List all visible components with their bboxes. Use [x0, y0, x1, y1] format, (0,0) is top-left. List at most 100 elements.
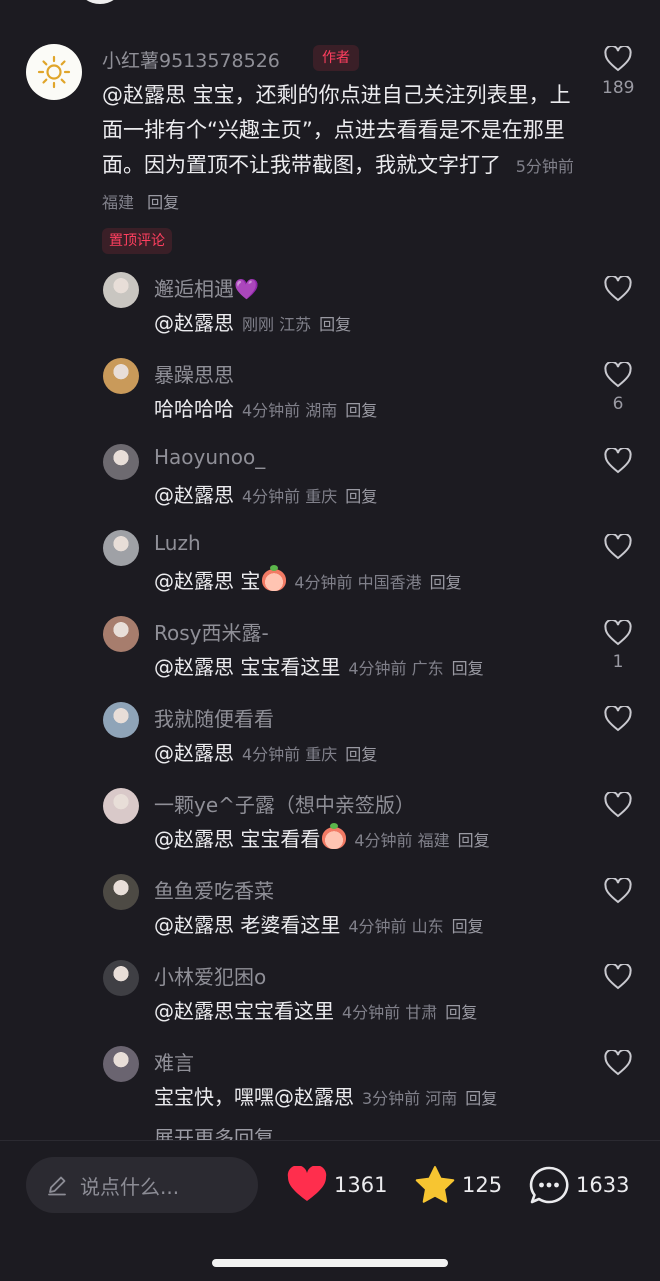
comment-button[interactable]: 1633: [528, 1163, 629, 1207]
like-column[interactable]: [602, 534, 634, 566]
reply-time: 刚刚: [242, 315, 275, 334]
reply-time: 4分钟前: [242, 487, 301, 506]
heart-outline-icon[interactable]: [604, 276, 632, 302]
like-column[interactable]: [602, 964, 634, 996]
reply-username[interactable]: 暴躁思思: [154, 359, 234, 388]
reply-username[interactable]: 鱼鱼爱吃香菜: [154, 875, 274, 904]
reply-location: 广东: [411, 659, 444, 678]
author-badge: 作者: [313, 45, 359, 71]
reply-username[interactable]: 难言: [154, 1047, 194, 1076]
comment-username[interactable]: 小红薯9513578526: [102, 46, 280, 73]
like-column[interactable]: [602, 448, 634, 480]
heart-outline-icon[interactable]: [604, 362, 632, 388]
reply-text: @赵露思 4分钟前 重庆 回复: [154, 737, 377, 766]
reply-username[interactable]: 小林爱犯困o: [154, 961, 266, 990]
heart-outline-icon[interactable]: [604, 534, 632, 560]
reply-text: @赵露思 宝 4分钟前 中国香港 回复: [154, 565, 462, 594]
reply-location: 重庆: [305, 487, 338, 506]
home-indicator[interactable]: [212, 1259, 448, 1267]
pinned-comment[interactable]: 小红薯9513578526 作者 @赵露思 宝宝，还剩的你点进自己关注列表里，上…: [0, 44, 660, 264]
favorite-button[interactable]: 125: [414, 1163, 502, 1207]
reply-time: 3分钟前: [362, 1089, 421, 1108]
reply-item[interactable]: 邂逅相遇💜 @赵露思 刚刚 江苏 回复: [0, 272, 660, 352]
heart-filled-icon: [287, 1166, 327, 1201]
avatar[interactable]: [103, 702, 139, 738]
like-total: 1361: [334, 1173, 388, 1197]
heart-outline-icon[interactable]: [604, 46, 632, 72]
comment-time: 5分钟前: [515, 157, 574, 176]
avatar[interactable]: [103, 530, 139, 566]
reply-button[interactable]: 回复: [345, 487, 377, 506]
comment-input-placeholder: 说点什么...: [80, 1174, 180, 1199]
reply-button[interactable]: 回复: [458, 831, 490, 850]
like-column[interactable]: 189: [602, 46, 634, 98]
reply-item[interactable]: 鱼鱼爱吃香菜 @赵露思 老婆看这里 4分钟前 山东 回复: [0, 874, 660, 954]
expand-more-replies[interactable]: 展开更多回复: [154, 1122, 274, 1140]
reply-username[interactable]: Haoyunoo_: [154, 445, 265, 469]
heart-outline-icon[interactable]: [604, 964, 632, 990]
avatar[interactable]: [103, 358, 139, 394]
reply-username[interactable]: 我就随便看看: [154, 703, 274, 732]
reply-text: 哈哈哈哈 4分钟前 湖南 回复: [154, 393, 377, 422]
comment-list[interactable]: 小红薯9513578526 作者 @赵露思 宝宝，还剩的你点进自己关注列表里，上…: [0, 0, 660, 1140]
avatar[interactable]: [103, 1046, 139, 1082]
avatar[interactable]: [103, 788, 139, 824]
reply-meta: 4分钟前 湖南 回复: [242, 401, 377, 420]
reply-button[interactable]: 回复: [430, 573, 462, 592]
reply-username[interactable]: Rosy西米露-: [154, 617, 269, 646]
reply-button[interactable]: 回复: [452, 917, 484, 936]
reply-body: @赵露思: [154, 741, 234, 765]
reply-body: 哈哈哈哈: [154, 397, 234, 421]
reply-item[interactable]: 小林爱犯困o @赵露思宝宝看这里 4分钟前 甘肃 回复: [0, 960, 660, 1040]
like-column[interactable]: 6: [602, 362, 634, 414]
avatar[interactable]: [103, 616, 139, 652]
reply-meta: 4分钟前 山东 回复: [348, 917, 483, 936]
heart-outline-icon[interactable]: [604, 1050, 632, 1076]
like-button[interactable]: 1361: [286, 1163, 387, 1207]
like-column[interactable]: [602, 706, 634, 738]
heart-outline-icon[interactable]: [604, 620, 632, 646]
like-count: 189: [602, 78, 635, 98]
like-column[interactable]: 1: [602, 620, 634, 672]
reply-username[interactable]: 一颗ye^子露（想中亲签版）: [154, 789, 415, 818]
reply-button[interactable]: 回复: [319, 315, 351, 334]
avatar[interactable]: [103, 874, 139, 910]
reply-meta: 4分钟前 重庆 回复: [242, 745, 377, 764]
reply-button[interactable]: 回复: [445, 1003, 477, 1022]
reply-button[interactable]: 回复: [345, 401, 377, 420]
reply-item[interactable]: 一颗ye^子露（想中亲签版） @赵露思 宝宝看看 4分钟前 福建 回复: [0, 788, 660, 868]
comment-location: 福建: [102, 193, 135, 212]
like-column[interactable]: [602, 276, 634, 308]
reply-button[interactable]: 回复: [452, 659, 484, 678]
avatar[interactable]: [103, 272, 139, 308]
reply-button[interactable]: 回复: [465, 1089, 497, 1108]
avatar[interactable]: [103, 444, 139, 480]
avatar[interactable]: [103, 960, 139, 996]
reply-item[interactable]: 难言 宝宝快，嘿嘿@赵露思 3分钟前 河南 回复: [0, 1046, 660, 1126]
reply-body: @赵露思 老婆看这里: [154, 913, 341, 937]
like-column[interactable]: [602, 878, 634, 910]
reply-body: @赵露思: [154, 311, 234, 335]
reply-item[interactable]: Rosy西米露- @赵露思 宝宝看这里 4分钟前 广东 回复 1: [0, 616, 660, 696]
reply-item[interactable]: Haoyunoo_ @赵露思 4分钟前 重庆 回复: [0, 444, 660, 524]
reply-location: 湖南: [305, 401, 338, 420]
like-column[interactable]: [602, 792, 634, 824]
reply-meta: 4分钟前 福建 回复: [354, 831, 489, 850]
heart-outline-icon[interactable]: [604, 706, 632, 732]
reply-item[interactable]: 我就随便看看 @赵露思 4分钟前 重庆 回复: [0, 702, 660, 782]
peach-emoji-icon: [262, 565, 287, 591]
heart-outline-icon[interactable]: [604, 448, 632, 474]
comment-input[interactable]: 说点什么...: [26, 1157, 258, 1213]
heart-outline-icon[interactable]: [604, 878, 632, 904]
reply-item[interactable]: Luzh @赵露思 宝 4分钟前 中国香港 回复: [0, 530, 660, 610]
avatar[interactable]: [26, 44, 82, 100]
reply-body: @赵露思: [154, 483, 234, 507]
reply-username[interactable]: 邂逅相遇💜: [154, 273, 259, 302]
reply-button[interactable]: 回复: [147, 193, 179, 212]
reply-username[interactable]: Luzh: [154, 531, 201, 555]
reply-item[interactable]: 暴躁思思哈哈哈哈 4分钟前 湖南 回复 6: [0, 358, 660, 438]
reply-meta: 3分钟前 河南 回复: [362, 1089, 497, 1108]
reply-button[interactable]: 回复: [345, 745, 377, 764]
like-column[interactable]: [602, 1050, 634, 1082]
heart-outline-icon[interactable]: [604, 792, 632, 818]
